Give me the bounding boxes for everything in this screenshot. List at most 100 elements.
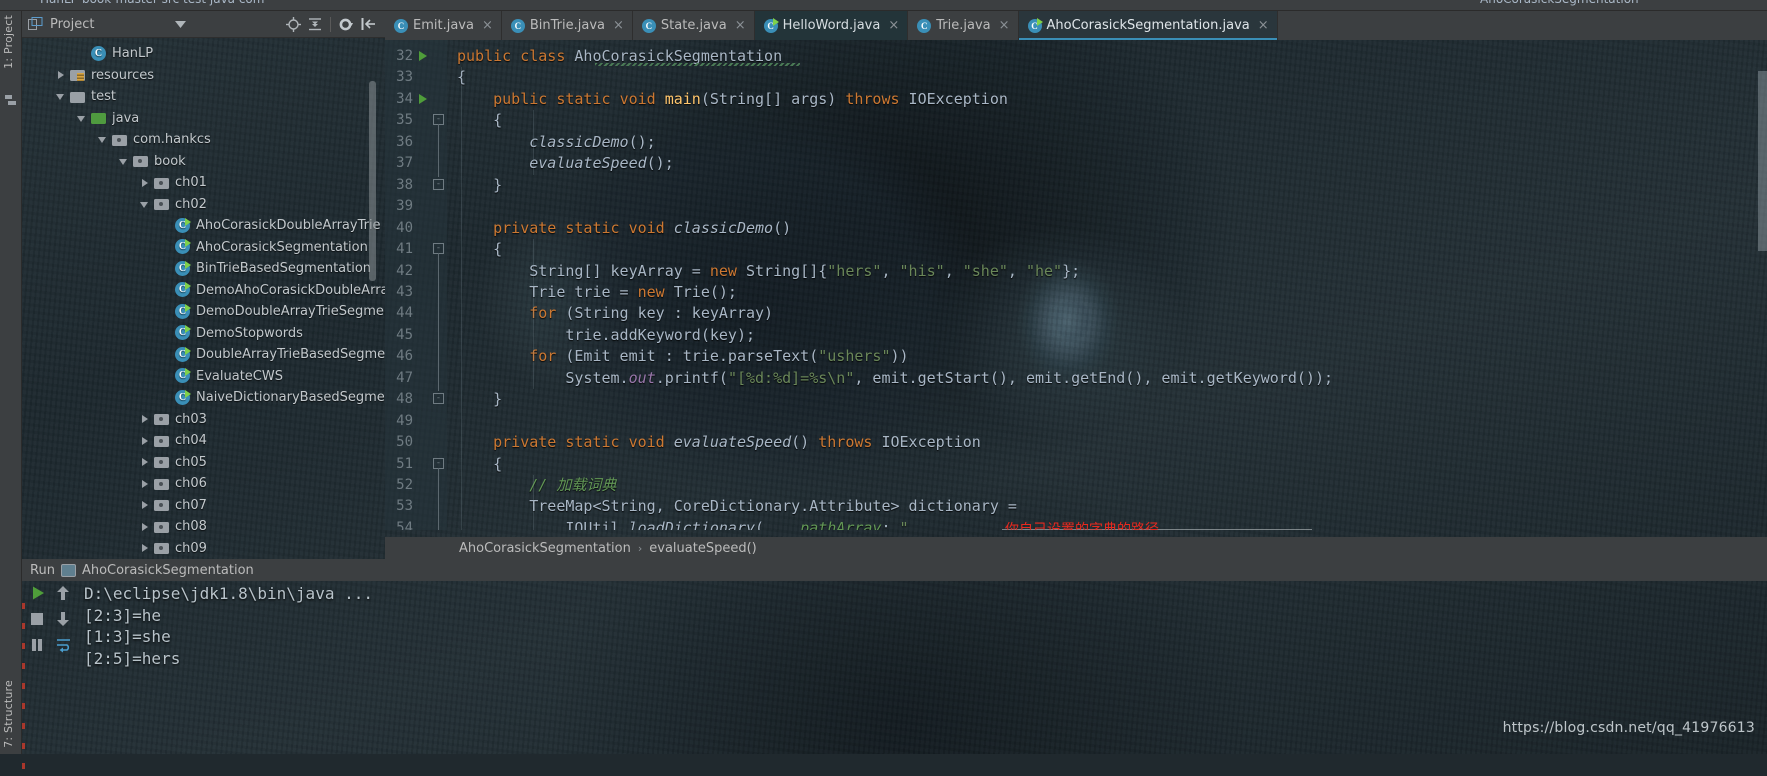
editor-tab[interactable]: BinTrie.java×	[502, 11, 633, 40]
tree-node[interactable]: ch03	[22, 409, 385, 431]
tree-node[interactable]: DoubleArrayTrieBasedSegmentation	[22, 344, 385, 366]
tree-node[interactable]: AhoCorasickDoubleArrayTrie	[22, 215, 385, 237]
stop-button[interactable]	[30, 611, 52, 633]
collapse-arrow-icon[interactable]	[76, 112, 88, 124]
tree-node[interactable]: test	[22, 86, 385, 108]
tree-node[interactable]: ch05	[22, 452, 385, 474]
expand-arrow-icon[interactable]	[139, 413, 151, 425]
java-class-icon	[175, 218, 191, 234]
tree-node[interactable]: HanLP	[22, 43, 385, 65]
tree-node[interactable]: com.hankcs	[22, 129, 385, 151]
tree-indent	[160, 241, 172, 253]
rerun-button[interactable]	[30, 585, 52, 607]
gear-icon[interactable]	[335, 13, 357, 35]
expand-arrow-icon[interactable]	[139, 435, 151, 447]
collapse-arrow-icon[interactable]	[139, 198, 151, 210]
tree-node[interactable]: DemoDoubleArrayTrieSegmentation	[22, 301, 385, 323]
console-output[interactable]: D:\eclipse\jdk1.8\bin\java ...[2:3]=he[1…	[84, 583, 373, 669]
soft-wrap-button[interactable]	[56, 637, 78, 659]
expand-arrow-icon[interactable]	[139, 456, 151, 468]
tree-node[interactable]: BinTrieBasedSegmentation	[22, 258, 385, 280]
code-line: {	[457, 239, 502, 260]
folder-icon	[133, 153, 149, 169]
run-gutter-icon[interactable]	[419, 94, 427, 104]
collapse-arrow-icon[interactable]	[55, 91, 67, 103]
line-number: 35	[385, 110, 413, 131]
tree-node[interactable]: DemoStopwords	[22, 323, 385, 345]
tree-node[interactable]: ch09	[22, 538, 385, 560]
expand-arrow-icon[interactable]	[139, 499, 151, 511]
expand-arrow-icon[interactable]	[139, 177, 151, 189]
code-line: private static void evaluateSpeed() thro…	[457, 432, 981, 453]
code-line: }	[457, 175, 502, 196]
tool-window-tab-project[interactable]: 1: Project	[2, 15, 15, 69]
editor-gutter[interactable]: 32333435-363738-394041-42434445464748-49…	[385, 40, 447, 530]
tree-node[interactable]: ch01	[22, 172, 385, 194]
close-icon[interactable]: ×	[999, 18, 1010, 33]
run-gutter-icon[interactable]	[419, 51, 427, 61]
hide-panel-icon[interactable]	[357, 13, 379, 35]
collapse-arrow-icon[interactable]	[97, 134, 109, 146]
breadcrumb[interactable]: AhoCorasickSegmentation › evaluateSpeed(…	[385, 537, 1767, 559]
code-line: Trie trie = new Trie();	[457, 282, 737, 303]
project-tree[interactable]: HanLPresourcestestjavacom.hankcsbook ch01…	[22, 38, 385, 559]
tree-node[interactable]: java	[22, 108, 385, 130]
tree-node[interactable]: ch02	[22, 194, 385, 216]
tree-node[interactable]: DemoAhoCorasickDoubleArrayTrie	[22, 280, 385, 302]
editor-tab[interactable]: State.java×	[633, 11, 755, 40]
console-line: [2:5]=hers	[84, 648, 373, 670]
tree-node[interactable]: NaiveDictionaryBasedSegmentation	[22, 387, 385, 409]
close-icon[interactable]: ×	[1258, 18, 1269, 33]
close-icon[interactable]: ×	[888, 18, 899, 33]
collapse-arrow-icon[interactable]	[118, 155, 130, 167]
editor-tab[interactable]: Emit.java×	[385, 11, 502, 40]
breadcrumb-separator-icon: ›	[638, 542, 642, 555]
scroll-down-button[interactable]	[56, 611, 78, 633]
tree-node[interactable]: ch04	[22, 430, 385, 452]
breadcrumb-class[interactable]: AhoCorasickSegmentation	[459, 541, 631, 556]
tree-node[interactable]: ch07	[22, 495, 385, 517]
expand-arrow-icon[interactable]	[139, 478, 151, 490]
tree-node-label: AhoCorasickSegmentation	[196, 240, 368, 255]
locate-target-icon[interactable]	[282, 13, 304, 35]
collapse-all-icon[interactable]	[304, 13, 326, 35]
structure-icon[interactable]	[4, 93, 18, 107]
code-fold-icon[interactable]: -	[433, 393, 444, 404]
code-text-area[interactable]: public class AhoCorasickSegmentation{ pu…	[447, 40, 1767, 530]
tree-node-label: ch02	[175, 197, 207, 212]
tree-node[interactable]: AhoCorasickSegmentation	[22, 237, 385, 259]
editor-tab[interactable]: AhoCorasickSegmentation.java×	[1019, 11, 1278, 40]
tree-node-label: ch04	[175, 433, 207, 448]
close-icon[interactable]: ×	[735, 18, 746, 33]
csdn-watermark: https://blog.csdn.net/qq_41976613	[1503, 720, 1755, 736]
tree-node[interactable]: EvaluateCWS	[22, 366, 385, 388]
breadcrumb-method[interactable]: evaluateSpeed()	[649, 541, 756, 556]
java-class-icon	[175, 390, 191, 406]
tree-node[interactable]: ch08	[22, 516, 385, 538]
code-fold-icon[interactable]: -	[433, 179, 444, 190]
expand-arrow-icon[interactable]	[139, 542, 151, 554]
chevron-down-icon[interactable]	[169, 13, 191, 35]
close-icon[interactable]: ×	[482, 18, 493, 33]
editor-tab[interactable]: Trie.java×	[908, 11, 1018, 40]
tree-node-label: ch01	[175, 175, 207, 190]
java-class-icon	[764, 19, 778, 33]
tree-indent	[76, 48, 88, 60]
pause-button[interactable]	[30, 637, 52, 659]
editor-tab[interactable]: HelloWord.java×	[755, 11, 909, 40]
project-tree-scrollbar[interactable]	[369, 81, 376, 281]
code-line: public static void main(String[] args) t…	[457, 89, 1008, 110]
close-icon[interactable]: ×	[613, 18, 624, 33]
expand-arrow-icon[interactable]	[55, 69, 67, 81]
tree-node[interactable]: ch06	[22, 473, 385, 495]
tool-window-tab-structure[interactable]: 7: Structure	[2, 680, 15, 748]
scroll-up-button[interactable]	[56, 585, 78, 607]
expand-arrow-icon[interactable]	[139, 521, 151, 533]
tree-node[interactable]: resources	[22, 65, 385, 87]
code-editor[interactable]: 32333435-363738-394041-42434445464748-49…	[385, 40, 1767, 530]
editor-vertical-scrollbar[interactable]	[1758, 71, 1767, 251]
line-number: 53	[385, 496, 413, 517]
main-toolbar-strip: HanLP-book-master src test java com AhoC…	[0, 0, 1767, 11]
tree-node[interactable]: book	[22, 151, 385, 173]
tree-node-label: BinTrieBasedSegmentation	[196, 261, 371, 276]
